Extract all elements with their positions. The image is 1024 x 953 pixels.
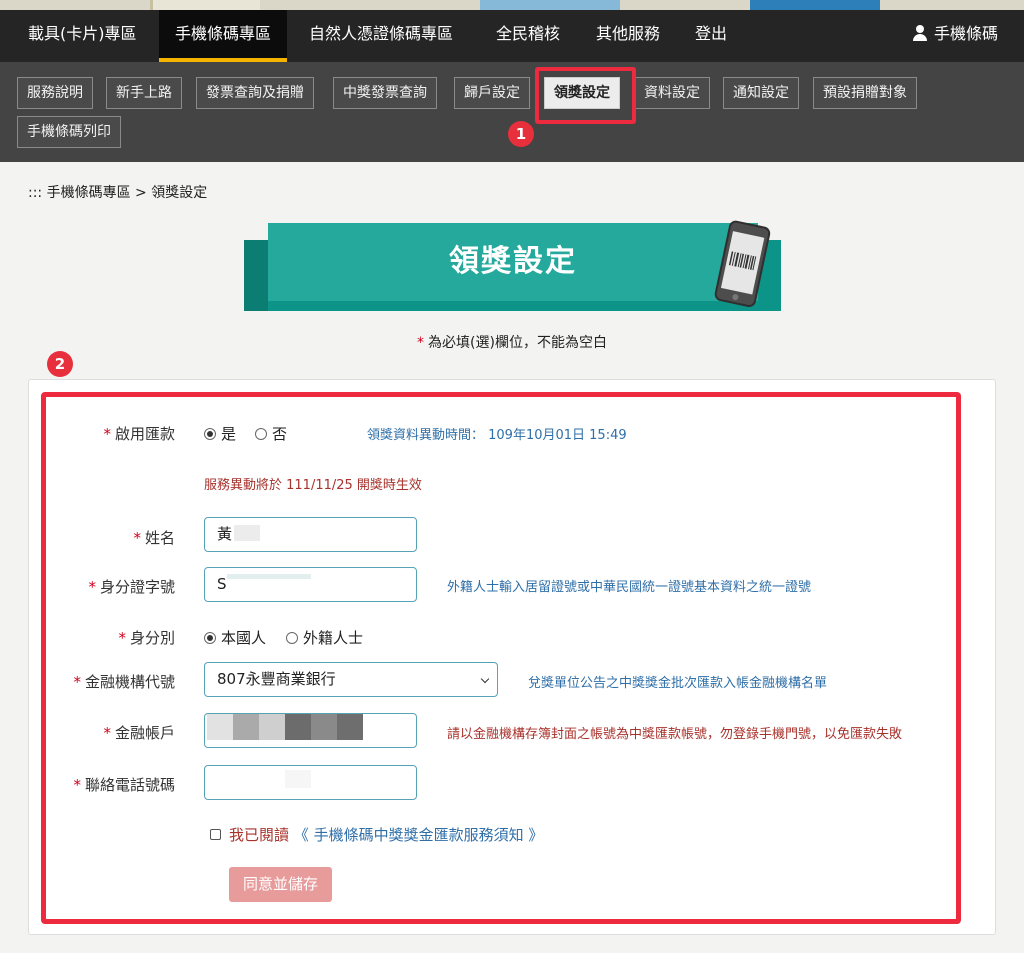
identity-citizen-radio[interactable]: 本國人: [204, 627, 266, 648]
tab-data-settings[interactable]: 資料設定: [634, 77, 710, 109]
tab-winning-query[interactable]: 中獎發票查詢: [333, 77, 437, 109]
bank-account-input[interactable]: [204, 713, 417, 748]
bank-account-label: * 金融帳戶: [103, 724, 175, 742]
page-banner: 領獎設定: [244, 223, 781, 311]
required-note-text: 為必填(選)欄位，不能為空白: [428, 335, 607, 351]
radio-unchecked-icon: [255, 428, 267, 440]
nav-citizen-certificate[interactable]: 自然人憑證條碼專區: [309, 10, 453, 62]
id-number-input[interactable]: S: [204, 567, 417, 602]
name-label: * 姓名: [133, 529, 175, 547]
enable-no-radio[interactable]: 否: [255, 423, 287, 444]
id-number-label: * 身分證字號: [88, 578, 175, 596]
required-note: * 為必填(選)欄位，不能為空白: [0, 332, 1024, 352]
phone-input[interactable]: [204, 765, 417, 800]
tab-default-donation[interactable]: 預設捐贈對象: [813, 77, 917, 109]
radio-checked-icon: [204, 632, 216, 644]
bank-code-hint: 兌獎單位公告之中獎獎金批次匯款入帳金融機構名單: [528, 676, 828, 691]
tab-collection-settings[interactable]: 歸戶設定: [454, 77, 530, 109]
checkbox-icon: [210, 829, 221, 840]
tab-service-info[interactable]: 服務說明: [17, 77, 93, 109]
agreement-checkbox[interactable]: 我已閱讀 《 手機條碼中獎獎金匯款服務須知 》: [210, 824, 543, 845]
enable-yes-radio[interactable]: 是: [204, 423, 236, 444]
tab-notification-settings[interactable]: 通知設定: [723, 77, 799, 109]
nav-other-services[interactable]: 其他服務: [596, 10, 660, 62]
phone-barcode-icon: [714, 220, 771, 308]
identity-foreigner-radio[interactable]: 外籍人士: [286, 627, 363, 648]
tab-barcode-print[interactable]: 手機條碼列印: [17, 116, 121, 148]
agreement-prefix: 我已閱讀: [229, 826, 290, 844]
step-badge-2: 2: [47, 351, 73, 377]
chevron-down-icon: [480, 674, 490, 684]
effective-date-note: 服務異動將於 111/11/25 開獎時生效: [204, 478, 422, 493]
main-nav: 載具(卡片)專區 手機條碼專區 自然人憑證條碼專區 全民稽核 其他服務 登出 手…: [0, 10, 1024, 62]
radio-unchecked-icon: [286, 632, 298, 644]
agreement-link[interactable]: 《 手機條碼中獎獎金匯款服務須知 》: [294, 826, 544, 844]
redacted-area: [226, 574, 311, 579]
page-title: 領獎設定: [449, 244, 577, 279]
step-badge-1: 1: [508, 121, 534, 147]
user-icon: [912, 25, 928, 41]
tab-prize-settings[interactable]: 領獎設定: [544, 77, 620, 109]
agree-save-button[interactable]: 同意並儲存: [229, 867, 332, 902]
user-menu[interactable]: 手機條碼: [912, 10, 998, 62]
top-banner-strip: [0, 0, 1024, 10]
nav-logout[interactable]: 登出: [695, 10, 727, 62]
user-name: 手機條碼: [933, 24, 998, 43]
radio-checked-icon: [204, 428, 216, 440]
bank-code-label: * 金融機構代號: [73, 673, 175, 691]
enable-remittance-label: * 啟用匯款: [103, 425, 175, 443]
tab-invoice-query[interactable]: 發票查詢及捐贈: [196, 77, 314, 109]
nav-mobile-barcode[interactable]: 手機條碼專區: [159, 10, 288, 62]
id-value: S: [217, 575, 227, 593]
redacted-area: [207, 714, 363, 740]
change-time-text: 領獎資料異動時間： 109年10月01日 15:49: [367, 428, 627, 443]
identity-label: * 身分別: [118, 629, 175, 647]
bank-code-value: 807永豐商業銀行: [217, 670, 336, 688]
tab-getting-started[interactable]: 新手上路: [106, 77, 182, 109]
redacted-area: [285, 770, 311, 788]
name-value: 黃: [217, 525, 233, 543]
id-number-hint: 外籍人士輸入居留證號或中華民國統一證號基本資料之統一證號: [447, 580, 812, 595]
bank-account-hint: 請以金融機構存簿封面之帳號為中獎匯款帳號，勿登錄手機門號，以免匯款失敗: [447, 727, 903, 742]
phone-label: * 聯絡電話號碼: [73, 776, 175, 794]
bank-code-select[interactable]: 807永豐商業銀行: [204, 662, 498, 697]
name-input[interactable]: 黃: [204, 517, 417, 552]
redacted-area: [234, 525, 261, 541]
nav-audit[interactable]: 全民稽核: [496, 10, 560, 62]
required-star: *: [417, 335, 425, 351]
nav-carrier-card[interactable]: 載具(卡片)專區: [28, 10, 137, 62]
prize-settings-form: [28, 379, 996, 935]
breadcrumb: ::: 手機條碼專區 > 領獎設定: [28, 185, 208, 201]
